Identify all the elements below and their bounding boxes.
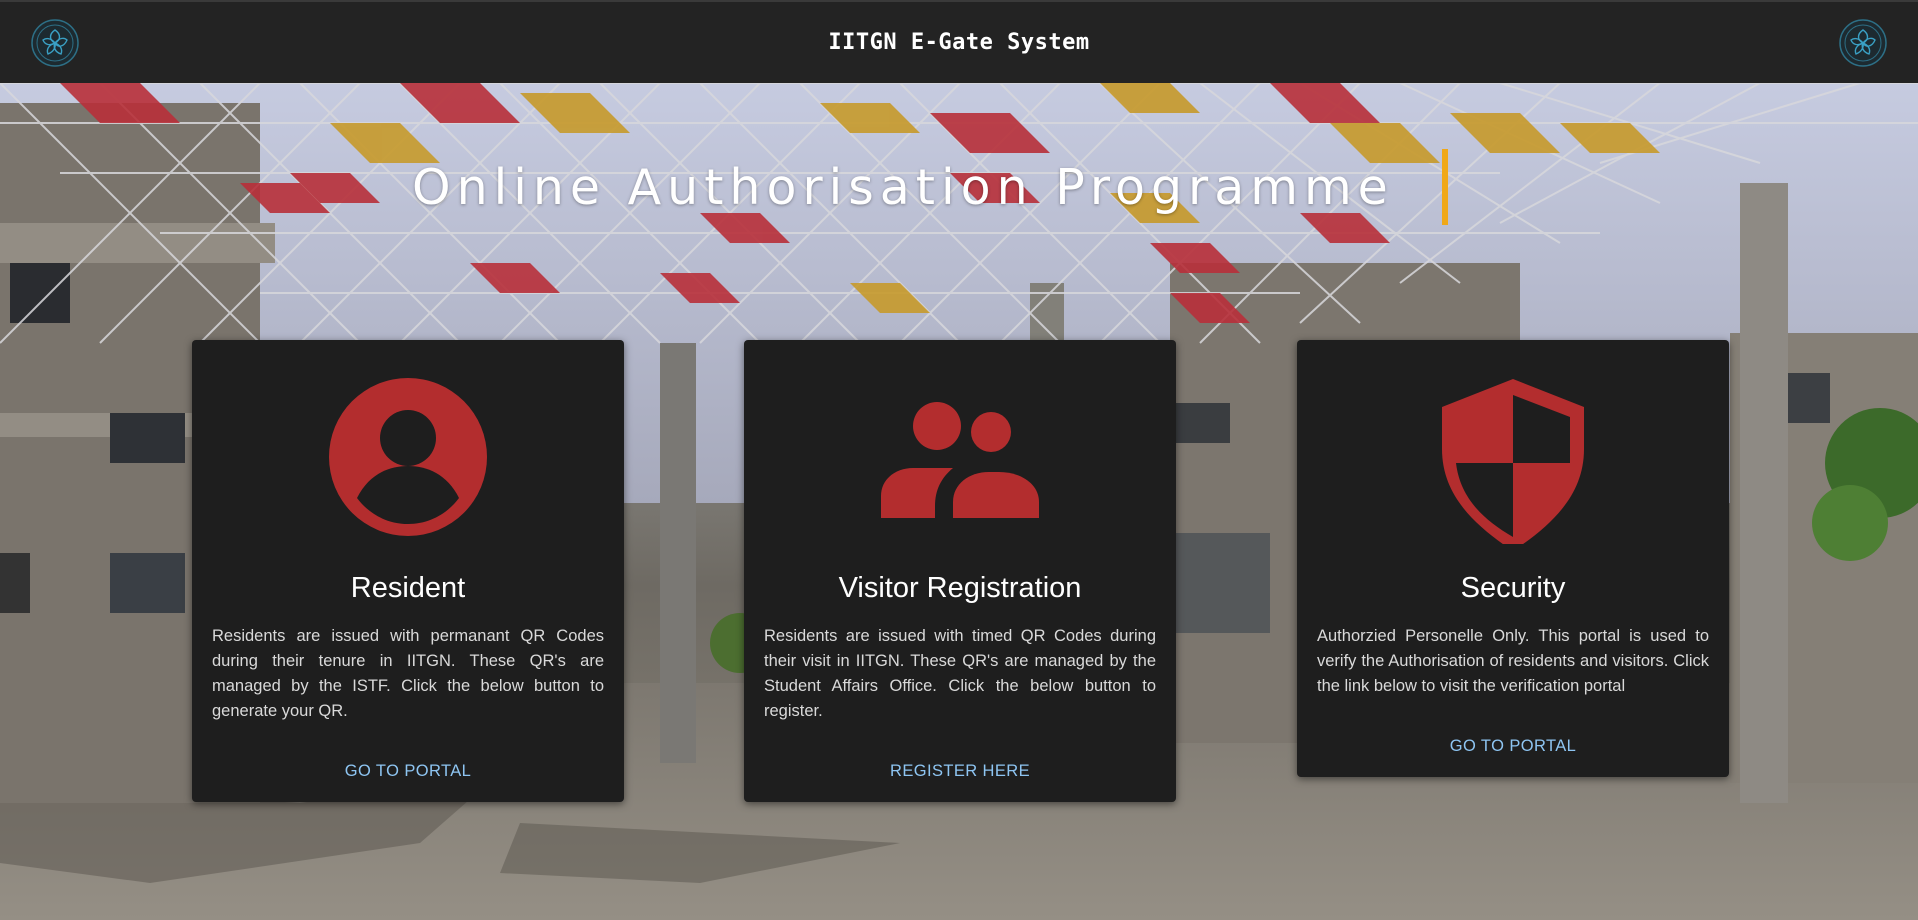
card-title: Security xyxy=(1460,572,1566,604)
card-description: Authorzied Personelle Only. This portal … xyxy=(1317,627,1709,695)
security-card: Security Authorzied Personelle Only. Thi… xyxy=(1297,340,1729,777)
hero-headline-text: Online Authorisation Programme xyxy=(412,158,1394,216)
card-description: Residents are issued with timed QR Codes… xyxy=(764,627,1156,720)
card-title: Visitor Registration xyxy=(838,572,1082,604)
iitgn-logo-icon[interactable] xyxy=(1838,18,1888,68)
card-description: Residents are issued with permanant QR C… xyxy=(212,627,604,720)
user-circle-icon xyxy=(329,378,487,536)
group-icon xyxy=(881,402,1039,518)
security-go-to-portal-link[interactable]: GO TO PORTAL xyxy=(1297,737,1729,756)
hero-headline: Online Authorisation Programme xyxy=(412,149,1448,225)
card-title: Resident xyxy=(350,572,466,604)
visitor-registration-card: Visitor Registration Residents are issue… xyxy=(744,340,1176,802)
top-navbar: IITGN E-Gate System xyxy=(0,0,1918,83)
typing-caret xyxy=(1441,149,1448,225)
resident-go-to-portal-link[interactable]: GO TO PORTAL xyxy=(192,762,624,781)
app-title: IITGN E-Gate System xyxy=(828,30,1090,55)
iitgn-logo-icon[interactable] xyxy=(30,18,80,68)
register-here-link[interactable]: REGISTER HERE xyxy=(744,762,1176,781)
resident-card: Resident Residents are issued with perma… xyxy=(192,340,624,802)
shield-icon xyxy=(1442,379,1584,544)
